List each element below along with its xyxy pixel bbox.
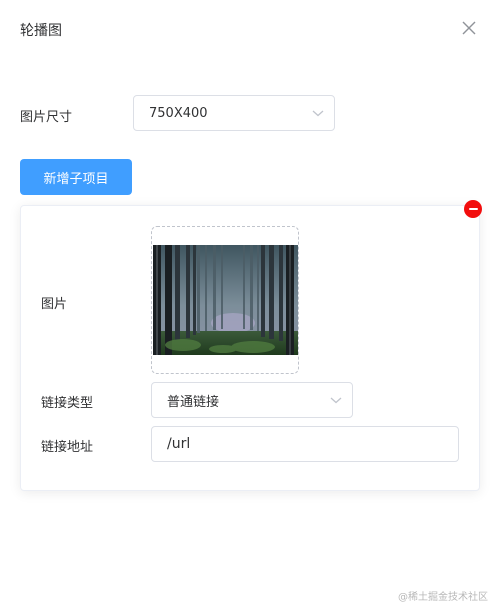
forest-image (153, 245, 298, 355)
image-size-label: 图片尺寸 (20, 110, 73, 125)
link-type-value: 普通链接 (167, 394, 220, 410)
image-size-select[interactable]: 750X400 (133, 95, 335, 131)
chevron-down-icon (330, 397, 342, 404)
link-type-select[interactable]: 普通链接 (151, 382, 353, 418)
image-size-value: 750X400 (149, 105, 208, 121)
minus-circle-icon[interactable] (464, 200, 482, 218)
dialog-title: 轮播图 (20, 23, 62, 39)
image-label: 图片 (41, 297, 68, 312)
link-type-label: 链接类型 (41, 396, 94, 411)
link-url-input[interactable]: /url (151, 426, 459, 462)
link-url-value: /url (167, 436, 191, 452)
watermark: @稀土掘金技术社区 (398, 592, 488, 603)
image-upload[interactable] (151, 226, 299, 374)
chevron-down-icon (312, 110, 324, 117)
add-subitem-button[interactable]: 新增子项目 (20, 159, 132, 195)
add-subitem-label: 新增子项目 (43, 171, 109, 187)
close-icon[interactable] (460, 19, 478, 37)
link-url-label: 链接地址 (41, 440, 94, 455)
